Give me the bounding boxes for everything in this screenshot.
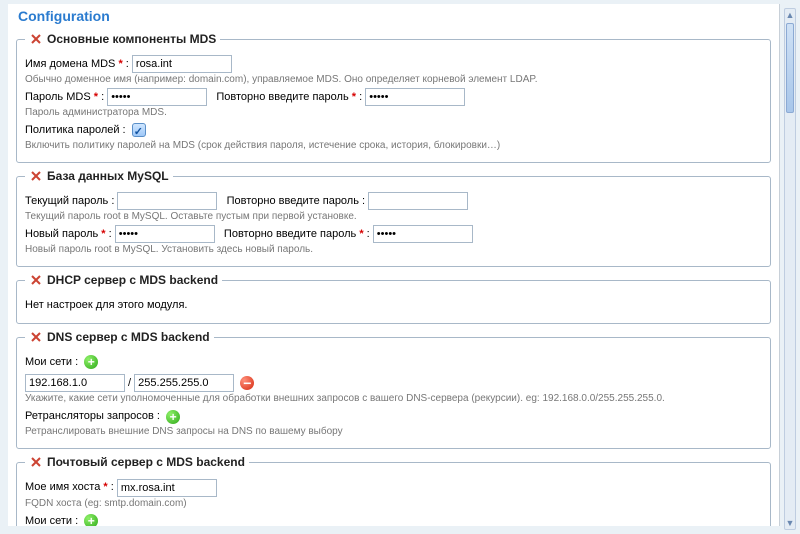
legend-label: Почтовый сервер с MDS backend — [47, 455, 245, 469]
legend-mds-core: Основные компоненты MDS — [25, 32, 220, 46]
legend-dns: DNS сервер с MDS backend — [25, 330, 214, 344]
dns-nets-label: Мои сети : — [25, 356, 78, 368]
add-icon[interactable]: + — [84, 355, 98, 369]
dhcp-message: Нет настроек для этого модуля. — [25, 296, 762, 314]
dns-net-mask-input[interactable] — [134, 374, 234, 392]
mds-policy-label: Политика паролей : — [25, 124, 126, 136]
mysql-cur2-label: Повторно введите пароль : — [227, 195, 365, 207]
legend-dhcp: DHCP сервер с MDS backend — [25, 273, 222, 287]
close-icon[interactable] — [29, 330, 43, 344]
section-mds-core: Основные компоненты MDS Имя домена MDS *… — [16, 32, 771, 163]
required-mark: * — [103, 481, 107, 493]
mysql-cur-help: Текущий пароль root в MySQL. Оставьте пу… — [25, 211, 762, 222]
mysql-cur-input[interactable] — [117, 192, 217, 210]
mds-domain-input[interactable] — [132, 55, 232, 73]
required-mark: * — [118, 58, 122, 70]
scroll-thumb[interactable] — [786, 23, 794, 113]
close-icon[interactable] — [29, 32, 43, 46]
legend-mysql: База данных MySQL — [25, 169, 173, 183]
mds-domain-help: Обычно доменное имя (например: domain.co… — [25, 74, 762, 85]
mds-pass-label: Пароль MDS — [25, 91, 91, 103]
close-icon[interactable] — [29, 169, 43, 183]
legend-mail: Почтовый сервер с MDS backend — [25, 455, 249, 469]
mds-pass2-label: Повторно введите пароль — [216, 91, 348, 103]
mysql-new-help: Новый пароль root в MySQL. Установить зд… — [25, 244, 762, 255]
mail-host-help: FQDN хоста (eg: smtp.domain.com) — [25, 498, 762, 509]
section-dhcp: DHCP сервер с MDS backend Нет настроек д… — [16, 273, 771, 324]
section-mysql: База данных MySQL Текущий пароль : Повто… — [16, 169, 771, 267]
mail-host-input[interactable] — [117, 479, 217, 497]
section-dns: DNS сервер с MDS backend Мои сети : + / … — [16, 330, 771, 449]
vertical-scrollbar[interactable]: ▲ ▼ — [784, 8, 796, 530]
mds-pass-help: Пароль администратора MDS. — [25, 107, 762, 118]
required-mark: * — [359, 228, 363, 240]
add-icon[interactable]: + — [84, 514, 98, 526]
close-icon[interactable] — [29, 455, 43, 469]
mysql-new-input[interactable] — [115, 225, 215, 243]
mds-policy-help: Включить политику паролей на MDS (срок д… — [25, 140, 762, 151]
scroll-down-icon[interactable]: ▼ — [785, 517, 795, 529]
mysql-new2-input[interactable] — [373, 225, 473, 243]
required-mark: * — [352, 91, 356, 103]
legend-label: DNS сервер с MDS backend — [47, 330, 210, 344]
mds-pass-input[interactable] — [107, 88, 207, 106]
dns-relay-help: Ретранслировать внешние DNS запросы на D… — [25, 426, 762, 437]
mail-host-label: Мое имя хоста — [25, 481, 100, 493]
dns-nets-help: Укажите, какие сети уполномоченные для о… — [25, 393, 762, 404]
mysql-cur2-input[interactable] — [368, 192, 468, 210]
mds-policy-checkbox[interactable] — [132, 123, 146, 137]
section-mail: Почтовый сервер с MDS backend Мое имя хо… — [16, 455, 771, 526]
page-title: Configuration — [16, 4, 771, 26]
legend-label: Основные компоненты MDS — [47, 32, 216, 46]
mysql-new2-label: Повторно введите пароль — [224, 228, 356, 240]
mysql-new-label: Новый пароль — [25, 228, 98, 240]
add-icon[interactable]: + — [166, 410, 180, 424]
required-mark: * — [94, 91, 98, 103]
legend-label: DHCP сервер с MDS backend — [47, 273, 218, 287]
dns-net-ip-input[interactable] — [25, 374, 125, 392]
scroll-up-icon[interactable]: ▲ — [785, 9, 795, 21]
dns-relay-label: Ретрансляторы запросов : — [25, 410, 160, 422]
mysql-cur-label: Текущий пароль : — [25, 195, 114, 207]
mds-domain-label: Имя домена MDS — [25, 58, 115, 70]
required-mark: * — [101, 228, 105, 240]
mail-nets-label: Мои сети : — [25, 515, 78, 526]
legend-label: База данных MySQL — [47, 169, 169, 183]
close-icon[interactable] — [29, 273, 43, 287]
remove-icon[interactable]: − — [240, 376, 254, 390]
mds-pass2-input[interactable] — [365, 88, 465, 106]
